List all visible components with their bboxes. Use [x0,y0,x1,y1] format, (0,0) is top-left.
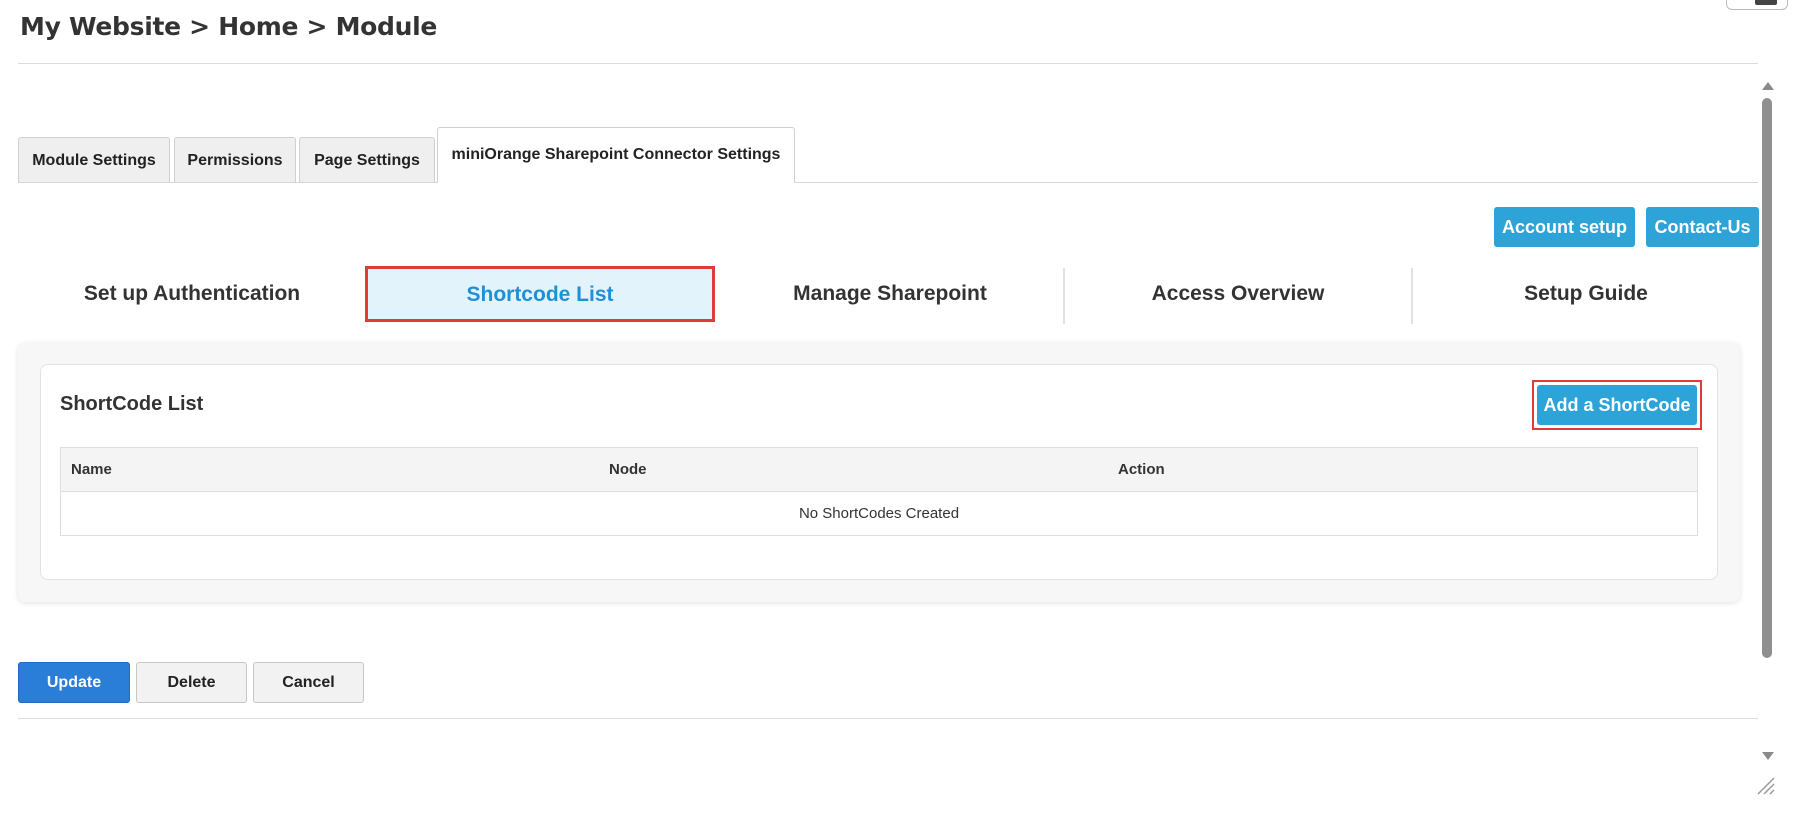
column-name: Name [71,461,112,478]
tab-permissions[interactable]: Permissions [174,137,296,183]
tab-sharepoint-connector-settings[interactable]: miniOrange Sharepoint Connector Settings [437,127,795,183]
subtab-setup-authentication[interactable]: Set up Authentication [18,266,366,322]
breadcrumb: My Website > Home > Module [20,12,438,41]
column-node: Node [609,461,647,478]
add-shortcode-highlight: Add a ShortCode [1532,380,1702,430]
footer-divider [18,718,1758,719]
delete-button[interactable]: Delete [136,662,247,703]
add-shortcode-button[interactable]: Add a ShortCode [1537,385,1697,425]
table-header: Name Node Action [60,447,1698,492]
scroll-down-arrow-icon[interactable] [1762,752,1774,760]
subtab-manage-sharepoint[interactable]: Manage Sharepoint [716,266,1064,322]
scrollbar-thumb[interactable] [1762,98,1772,658]
panel-title: ShortCode List [60,393,204,415]
subtab-setup-guide[interactable]: Setup Guide [1413,266,1759,322]
contact-us-button[interactable]: Contact-Us [1646,207,1759,247]
empty-table-row: No ShortCodes Created [60,491,1698,536]
subtab-shortcode-list[interactable]: Shortcode List [365,266,715,322]
window-control-icon [1755,0,1777,5]
account-setup-button[interactable]: Account setup [1494,207,1635,247]
header-divider [18,63,1758,64]
tab-module-settings[interactable]: Module Settings [18,137,170,183]
page-tabs: Module Settings Permissions Page Setting… [18,126,1758,183]
scroll-up-arrow-icon[interactable] [1762,82,1774,90]
window-control[interactable] [1726,0,1788,10]
resize-grip-icon[interactable] [1754,774,1776,796]
cancel-button[interactable]: Cancel [253,662,364,703]
subtab-access-overview[interactable]: Access Overview [1065,266,1411,322]
update-button[interactable]: Update [18,662,130,703]
tab-page-settings[interactable]: Page Settings [299,137,435,183]
column-action: Action [1118,461,1165,478]
